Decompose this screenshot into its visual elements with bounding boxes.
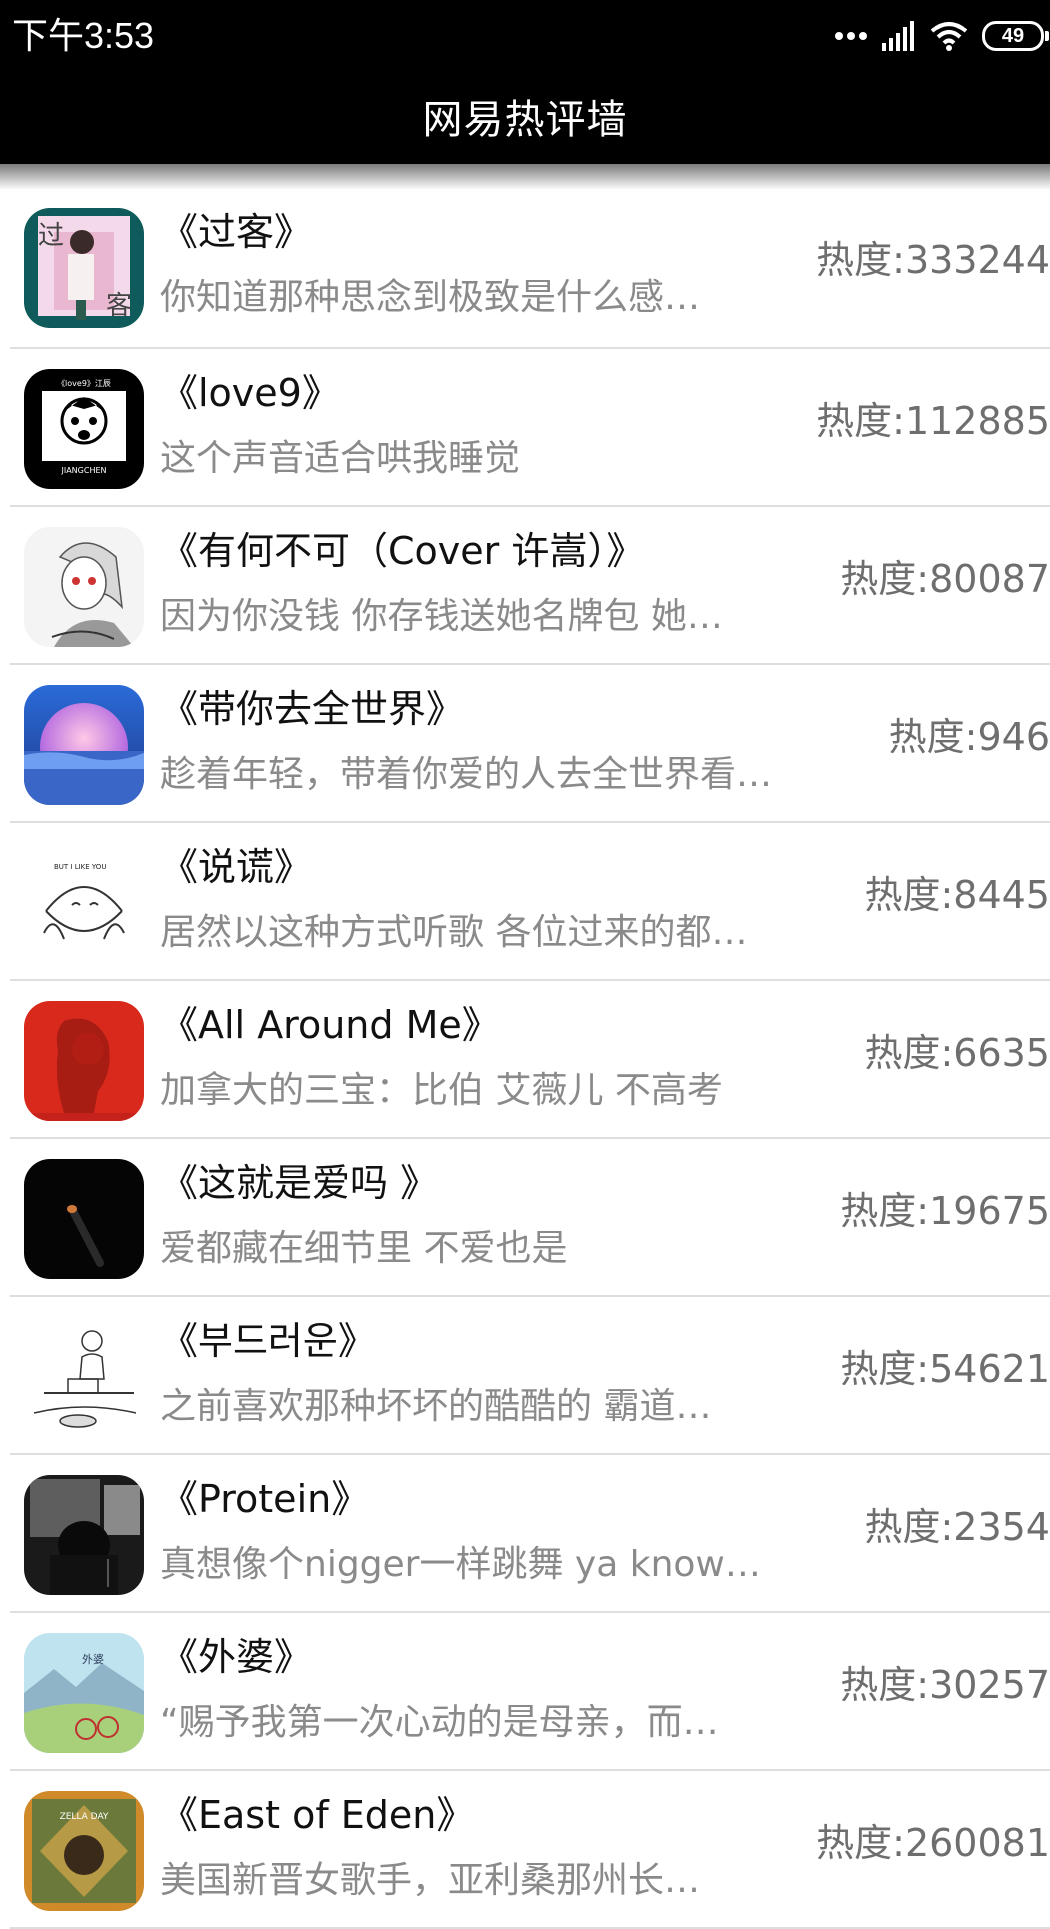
- song-title: 《East of Eden》: [160, 1793, 475, 1837]
- song-title: 《love9》: [160, 371, 340, 415]
- album-cover: [24, 1475, 144, 1595]
- album-cover: [24, 1159, 144, 1279]
- album-cover: [24, 1001, 144, 1121]
- song-title: 《过客》: [160, 210, 313, 254]
- song-title: 《这就是爱吗 》: [160, 1161, 439, 1205]
- heat-count: 热度:260081: [816, 1821, 1050, 1865]
- comment-list: 过 客 《过客》 你知道那种思念到极致是什么感… 热度:333244 《love…: [0, 190, 1050, 1929]
- list-item[interactable]: 《부드러운》 之前喜欢那种坏坏的酷酷的 霸道… 热度:54621: [10, 1297, 1050, 1455]
- heat-count: 热度:19675: [840, 1189, 1050, 1233]
- heat-count: 热度:30257: [840, 1663, 1050, 1707]
- wifi-icon: [930, 22, 968, 51]
- heat-count: 热度:333244: [816, 238, 1050, 282]
- heat-count: 热度:80087: [840, 557, 1050, 601]
- list-item[interactable]: 《带你去全世界》 趁着年轻，带着你爱的人去全世界看… 热度:946: [10, 665, 1050, 823]
- comment-text: 因为你没钱 你存钱送她名牌包 她…: [160, 596, 723, 637]
- album-cover: [24, 1317, 144, 1437]
- list-item[interactable]: 《这就是爱吗 》 爱都藏在细节里 不爱也是 热度:19675: [10, 1139, 1050, 1297]
- album-cover: [24, 685, 144, 805]
- comment-text: 你知道那种思念到极致是什么感…: [160, 277, 701, 318]
- svg-text:JIANGCHEN: JIANGCHEN: [60, 466, 106, 475]
- heat-count: 热度:946: [888, 715, 1050, 759]
- heat-count: 热度:6635: [864, 1031, 1050, 1075]
- heat-count: 热度:112885: [816, 399, 1050, 443]
- comment-text: “赐予我第一次心动的是母亲，而…: [160, 1702, 719, 1743]
- song-title: 《带你去全世界》: [160, 687, 465, 731]
- song-title: 《说谎》: [160, 845, 313, 889]
- svg-text:过: 过: [38, 221, 64, 251]
- comment-text: 真想像个nigger一样跳舞 ya know…: [160, 1544, 761, 1585]
- svg-text:ZELLA DAY: ZELLA DAY: [60, 1812, 109, 1822]
- more-dots-icon: [835, 32, 867, 40]
- svg-text:外婆: 外婆: [82, 1653, 104, 1666]
- song-title: 《부드러운》: [160, 1319, 376, 1363]
- svg-text:客: 客: [106, 291, 132, 321]
- svg-text:BUT I LIKE YOU: BUT I LIKE YOU: [54, 863, 106, 871]
- status-time: 下午3:53: [12, 15, 155, 56]
- song-title: 《有何不可（Cover 许嵩）》: [160, 529, 645, 573]
- signal-icon: [882, 21, 914, 51]
- song-title: 《All Around Me》: [160, 1003, 500, 1047]
- comment-text: 之前喜欢那种坏坏的酷酷的 霸道…: [160, 1386, 712, 1427]
- list-item[interactable]: 《love9》江辰 JIANGCHEN 《love9》 这个声音适合哄我睡觉 热…: [10, 349, 1050, 507]
- list-item[interactable]: ZELLA DAY 《East of Eden》 美国新晋女歌手，亚利桑那州长……: [10, 1771, 1050, 1929]
- list-item[interactable]: 《Protein》 真想像个nigger一样跳舞 ya know… 热度:235…: [10, 1455, 1050, 1613]
- title-bar: 网易热评墙: [0, 74, 1050, 164]
- list-item[interactable]: 《All Around Me》 加拿大的三宝：比伯 艾薇儿 不高考 热度:663…: [10, 981, 1050, 1139]
- comment-text: 趁着年轻，带着你爱的人去全世界看…: [160, 754, 773, 795]
- comment-text: 美国新晋女歌手，亚利桑那州长…: [160, 1860, 701, 1901]
- song-title: 《外婆》: [160, 1635, 313, 1679]
- album-cover: 过 客: [24, 208, 144, 328]
- battery-icon: 49: [982, 21, 1049, 51]
- album-cover: 外婆: [24, 1633, 144, 1753]
- album-cover: 《love9》江辰 JIANGCHEN: [24, 369, 144, 489]
- comment-text: 这个声音适合哄我睡觉: [160, 438, 521, 479]
- heat-count: 热度:8445: [864, 873, 1050, 917]
- page-title: 网易热评墙: [422, 97, 628, 143]
- heat-count: 热度:54621: [840, 1347, 1050, 1391]
- list-item[interactable]: 过 客 《过客》 你知道那种思念到极致是什么感… 热度:333244: [10, 188, 1050, 349]
- svg-text:《love9》江辰: 《love9》江辰: [57, 379, 111, 388]
- comment-text: 居然以这种方式听歌 各位过来的都…: [160, 912, 748, 953]
- song-title: 《Protein》: [160, 1477, 370, 1521]
- heat-count: 热度:2354: [864, 1505, 1050, 1549]
- list-item[interactable]: 《有何不可（Cover 许嵩）》 因为你没钱 你存钱送她名牌包 她… 热度:80…: [10, 507, 1050, 665]
- album-cover: BUT I LIKE YOU: [24, 843, 144, 963]
- album-cover: [24, 527, 144, 647]
- comment-text: 爱都藏在细节里 不爱也是: [160, 1228, 568, 1269]
- status-bar: 下午3:53 49: [0, 0, 1050, 74]
- status-icons: 49: [834, 16, 1049, 56]
- list-item[interactable]: BUT I LIKE YOU 《说谎》 居然以这种方式听歌 各位过来的都… 热度…: [10, 823, 1050, 981]
- list-item[interactable]: 外婆 《外婆》 “赐予我第一次心动的是母亲，而… 热度:30257: [10, 1613, 1050, 1771]
- header-shadow: [0, 164, 1050, 190]
- comment-text: 加拿大的三宝：比伯 艾薇儿 不高考: [160, 1070, 723, 1111]
- album-cover: ZELLA DAY: [24, 1791, 144, 1911]
